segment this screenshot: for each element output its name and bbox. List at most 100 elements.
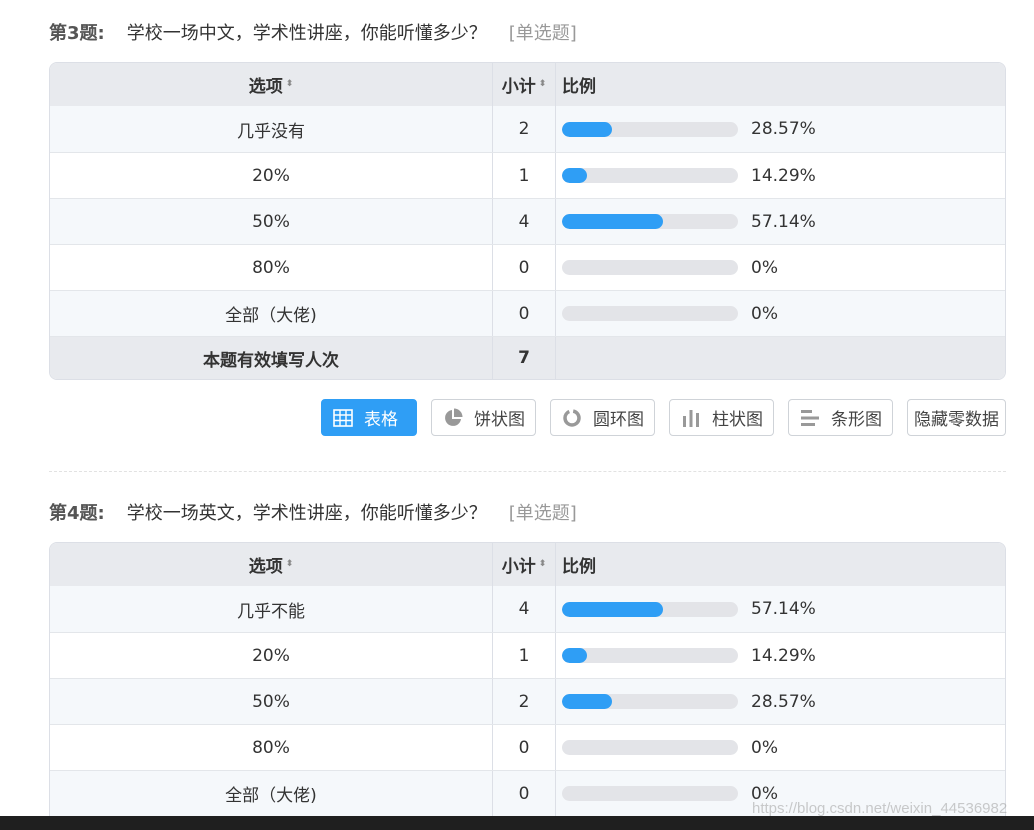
option-percent: 0%	[556, 725, 1005, 770]
question-4: 第4题: 学校一场英文，学术性讲座，你能听懂多少？ [单选题] 选项 ⬍ 小计 ⬍ …	[49, 497, 1006, 816]
percent-text: 0%	[751, 257, 778, 278]
table-row: 80% 0 0%	[50, 244, 1005, 290]
question-type: [单选题]	[508, 23, 577, 44]
option-percent: 28.57%	[556, 679, 1005, 724]
progress-bar	[562, 214, 738, 229]
sort-icon[interactable]: ⬍	[539, 560, 547, 569]
table-row: 50% 4 57.14%	[50, 198, 1005, 244]
column-chart-icon	[680, 407, 702, 429]
option-count: 1	[493, 633, 556, 678]
table-row: 几乎不能 4 57.14%	[50, 586, 1005, 632]
percent-text: 28.57%	[751, 691, 816, 712]
watermark: https://blog.csdn.net/weixin_44536982	[752, 800, 1008, 817]
progress-bar	[562, 168, 738, 183]
option-label: 80%	[50, 725, 493, 770]
percent-text: 28.57%	[751, 119, 816, 139]
pie-chart-icon	[442, 407, 464, 429]
progress-bar	[562, 694, 738, 709]
option-count: 2	[493, 106, 556, 152]
total-label: 本题有效填写人次	[50, 337, 493, 379]
option-label: 20%	[50, 153, 493, 198]
section-divider	[49, 471, 1006, 472]
os-taskbar	[0, 816, 1034, 830]
option-count: 0	[493, 291, 556, 336]
progress-bar-fill	[562, 648, 588, 663]
option-label: 全部（大佬)	[50, 771, 493, 816]
option-percent: 14.29%	[556, 633, 1005, 678]
header-option[interactable]: 选项 ⬍	[50, 63, 493, 106]
table-header: 选项 ⬍ 小计 ⬍ 比例	[50, 63, 1005, 106]
progress-bar	[562, 306, 738, 321]
option-count: 0	[493, 245, 556, 290]
progress-bar-fill	[562, 214, 663, 229]
option-count: 0	[493, 771, 556, 816]
question-title: 第4题: 学校一场英文，学术性讲座，你能听懂多少？ [单选题]	[49, 497, 1006, 527]
table-row: 20% 1 14.29%	[50, 632, 1005, 678]
option-label: 几乎不能	[50, 586, 493, 632]
option-count: 0	[493, 725, 556, 770]
hide-zero-data-button[interactable]: 隐藏零数据	[907, 399, 1006, 436]
sort-icon[interactable]: ⬍	[286, 80, 294, 89]
option-percent: 14.29%	[556, 153, 1005, 198]
table-header: 选项 ⬍ 小计 ⬍ 比例	[50, 543, 1005, 586]
column-chart-button[interactable]: 柱状图	[669, 399, 774, 436]
sort-icon[interactable]: ⬍	[286, 560, 294, 569]
header-percent: 比例	[562, 77, 596, 97]
option-count: 2	[493, 679, 556, 724]
option-label: 全部（大佬)	[50, 291, 493, 336]
question-text: 学校一场中文，学术性讲座，你能听懂多少？	[126, 23, 487, 44]
option-label: 80%	[50, 245, 493, 290]
bar-chart-button[interactable]: 条形图	[788, 399, 893, 436]
table-row: 20% 1 14.29%	[50, 152, 1005, 198]
percent-text: 0%	[751, 737, 778, 758]
option-label: 几乎没有	[50, 106, 493, 152]
question-number: 第4题:	[49, 503, 105, 524]
question-3: 第3题: 学校一场中文，学术性讲座，你能听懂多少？ [单选题] 选项 ⬍ 小计 ⬍ …	[49, 17, 1006, 380]
progress-bar	[562, 648, 738, 663]
table-row: 50% 2 28.57%	[50, 678, 1005, 724]
percent-text: 14.29%	[751, 645, 816, 666]
donut-chart-icon	[561, 407, 583, 429]
sort-icon[interactable]: ⬍	[539, 80, 547, 89]
option-label: 50%	[50, 199, 493, 244]
progress-bar	[562, 786, 738, 801]
option-label: 50%	[50, 679, 493, 724]
progress-bar-fill	[562, 601, 663, 617]
pie-chart-button[interactable]: 饼状图	[431, 399, 536, 436]
percent-text: 57.14%	[751, 599, 816, 619]
stats-table: 选项 ⬍ 小计 ⬍ 比例 几乎没有 2 28.57% 20% 1 14.29% 50% 4 57.1…	[49, 62, 1006, 380]
chart-type-toolbar: 表格 饼状图 圆环图 柱状图 条形图 隐藏零数据	[321, 399, 1006, 436]
option-percent: 28.57%	[556, 106, 1005, 152]
option-count: 1	[493, 153, 556, 198]
progress-bar	[562, 601, 738, 617]
option-label: 20%	[50, 633, 493, 678]
question-type: [单选题]	[508, 503, 577, 524]
header-count[interactable]: 小计 ⬍	[493, 543, 556, 586]
progress-bar-fill	[562, 168, 588, 183]
header-option[interactable]: 选项 ⬍	[50, 543, 493, 586]
option-count: 4	[493, 199, 556, 244]
table-row: 几乎没有 2 28.57%	[50, 106, 1005, 152]
question-text: 学校一场英文，学术性讲座，你能听懂多少？	[126, 503, 487, 524]
percent-text: 0%	[751, 303, 778, 324]
option-percent: 57.14%	[556, 586, 1005, 632]
stats-table: 选项 ⬍ 小计 ⬍ 比例 几乎不能 4 57.14% 20% 1 14.29% 50% 2 28.5…	[49, 542, 1006, 816]
progress-bar	[562, 260, 738, 275]
option-percent: 0%	[556, 245, 1005, 290]
progress-bar-fill	[562, 121, 613, 137]
header-count[interactable]: 小计 ⬍	[493, 63, 556, 106]
option-count: 4	[493, 586, 556, 632]
progress-bar-fill	[562, 694, 613, 709]
question-number: 第3题:	[49, 23, 105, 44]
question-title: 第3题: 学校一场中文，学术性讲座，你能听懂多少？ [单选题]	[49, 17, 1006, 47]
option-percent: 57.14%	[556, 199, 1005, 244]
total-count: 7	[493, 337, 556, 379]
donut-chart-button[interactable]: 圆环图	[550, 399, 655, 436]
table-row: 80% 0 0%	[50, 724, 1005, 770]
table-icon	[332, 407, 354, 429]
table-row: 全部（大佬) 0 0%	[50, 290, 1005, 336]
total-row: 本题有效填写人次 7	[50, 336, 1005, 379]
percent-text: 14.29%	[751, 165, 816, 186]
progress-bar	[562, 121, 738, 137]
table-view-button[interactable]: 表格	[321, 399, 417, 436]
